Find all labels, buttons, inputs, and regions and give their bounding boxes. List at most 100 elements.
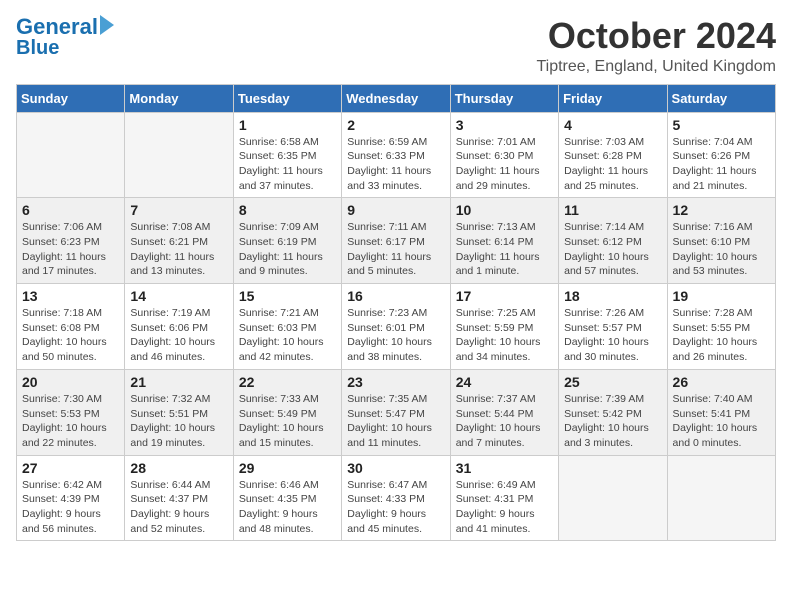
calendar-cell — [559, 455, 667, 541]
calendar-week-row: 20 Sunrise: 7:30 AMSunset: 5:53 PMDayligh… — [17, 369, 776, 455]
day-number: 25 — [564, 374, 661, 390]
calendar-week-row: 13 Sunrise: 7:18 AMSunset: 6:08 PMDayligh… — [17, 284, 776, 370]
location-title: Tiptree, England, United Kingdom — [536, 58, 776, 76]
logo: General Blue — [16, 16, 114, 58]
day-number: 8 — [239, 202, 336, 218]
day-info: Sunrise: 7:23 AMSunset: 6:01 PMDaylight:… — [347, 306, 444, 365]
day-number: 17 — [456, 288, 553, 304]
calendar-week-row: 27 Sunrise: 6:42 AMSunset: 4:39 PMDayligh… — [17, 455, 776, 541]
day-number: 1 — [239, 117, 336, 133]
calendar-cell: 24 Sunrise: 7:37 AMSunset: 5:44 PMDayligh… — [450, 369, 558, 455]
calendar-cell: 23Sunrise: 7:35 AMSunset: 5:47 PMDayligh… — [342, 369, 450, 455]
calendar-cell: 16 Sunrise: 7:23 AMSunset: 6:01 PMDayligh… — [342, 284, 450, 370]
calendar-cell: 21 Sunrise: 7:32 AMSunset: 5:51 PMDayligh… — [125, 369, 233, 455]
day-number: 22 — [239, 374, 336, 390]
month-title: October 2024 — [536, 16, 776, 56]
calendar-cell: 6 Sunrise: 7:06 AMSunset: 6:23 PMDaylight… — [17, 198, 125, 284]
calendar-cell — [667, 455, 775, 541]
day-info: Sunrise: 7:26 AMSunset: 5:57 PMDaylight:… — [564, 306, 661, 365]
day-number: 24 — [456, 374, 553, 390]
calendar-cell: 12Sunrise: 7:16 AMSunset: 6:10 PMDayligh… — [667, 198, 775, 284]
day-info: Sunrise: 7:11 AMSunset: 6:17 PMDaylight:… — [347, 220, 444, 279]
day-number: 20 — [22, 374, 119, 390]
day-info: Sunrise: 7:14 AMSunset: 6:12 PMDaylight:… — [564, 220, 661, 279]
day-info: Sunrise: 7:06 AMSunset: 6:23 PMDaylight:… — [22, 220, 119, 279]
day-info: Sunrise: 6:46 AMSunset: 4:35 PMDaylight:… — [239, 478, 336, 537]
calendar-cell: 13 Sunrise: 7:18 AMSunset: 6:08 PMDayligh… — [17, 284, 125, 370]
weekday-header-tuesday: Tuesday — [233, 84, 341, 112]
day-number: 18 — [564, 288, 661, 304]
day-number: 16 — [347, 288, 444, 304]
day-number: 12 — [673, 202, 770, 218]
day-info: Sunrise: 6:49 AMSunset: 4:31 PMDaylight:… — [456, 478, 553, 537]
calendar-cell: 20 Sunrise: 7:30 AMSunset: 5:53 PMDayligh… — [17, 369, 125, 455]
day-number: 26 — [673, 374, 770, 390]
day-number: 14 — [130, 288, 227, 304]
day-info: Sunrise: 7:33 AMSunset: 5:49 PMDaylight:… — [239, 392, 336, 451]
day-number: 30 — [347, 460, 444, 476]
calendar-cell: 5 Sunrise: 7:04 AMSunset: 6:26 PMDaylight… — [667, 112, 775, 198]
calendar-cell: 2 Sunrise: 6:59 AMSunset: 6:33 PMDaylight… — [342, 112, 450, 198]
calendar-cell: 1Sunrise: 6:58 AMSunset: 6:35 PMDaylight… — [233, 112, 341, 198]
day-number: 2 — [347, 117, 444, 133]
day-info: Sunrise: 6:42 AMSunset: 4:39 PMDaylight:… — [22, 478, 119, 537]
calendar-cell: 28 Sunrise: 6:44 AMSunset: 4:37 PMDayligh… — [125, 455, 233, 541]
calendar-cell: 4Sunrise: 7:03 AMSunset: 6:28 PMDaylight… — [559, 112, 667, 198]
day-info: Sunrise: 7:09 AMSunset: 6:19 PMDaylight:… — [239, 220, 336, 279]
calendar-cell: 26Sunrise: 7:40 AMSunset: 5:41 PMDayligh… — [667, 369, 775, 455]
day-info: Sunrise: 7:37 AMSunset: 5:44 PMDaylight:… — [456, 392, 553, 451]
calendar-cell: 11 Sunrise: 7:14 AMSunset: 6:12 PMDayligh… — [559, 198, 667, 284]
day-info: Sunrise: 7:13 AMSunset: 6:14 PMDaylight:… — [456, 220, 553, 279]
calendar-cell — [125, 112, 233, 198]
calendar-cell: 3 Sunrise: 7:01 AMSunset: 6:30 PMDaylight… — [450, 112, 558, 198]
calendar-header-row: SundayMondayTuesdayWednesdayThursdayFrid… — [17, 84, 776, 112]
day-number: 6 — [22, 202, 119, 218]
calendar-week-row: 1Sunrise: 6:58 AMSunset: 6:35 PMDaylight… — [17, 112, 776, 198]
logo-text: General — [16, 16, 98, 38]
day-number: 15 — [239, 288, 336, 304]
day-info: Sunrise: 7:32 AMSunset: 5:51 PMDaylight:… — [130, 392, 227, 451]
day-info: Sunrise: 7:01 AMSunset: 6:30 PMDaylight:… — [456, 135, 553, 194]
day-number: 11 — [564, 202, 661, 218]
calendar-cell: 22 Sunrise: 7:33 AMSunset: 5:49 PMDayligh… — [233, 369, 341, 455]
day-info: Sunrise: 7:04 AMSunset: 6:26 PMDaylight:… — [673, 135, 770, 194]
day-number: 27 — [22, 460, 119, 476]
calendar-cell: 30 Sunrise: 6:47 AMSunset: 4:33 PMDayligh… — [342, 455, 450, 541]
title-block: October 2024 Tiptree, England, United Ki… — [536, 16, 776, 76]
weekday-header-monday: Monday — [125, 84, 233, 112]
logo-blue-text: Blue — [16, 38, 59, 58]
calendar-cell: 10 Sunrise: 7:13 AMSunset: 6:14 PMDayligh… — [450, 198, 558, 284]
calendar-cell: 8 Sunrise: 7:09 AMSunset: 6:19 PMDaylight… — [233, 198, 341, 284]
day-info: Sunrise: 6:47 AMSunset: 4:33 PMDaylight:… — [347, 478, 444, 537]
weekday-header-wednesday: Wednesday — [342, 84, 450, 112]
calendar-cell: 25 Sunrise: 7:39 AMSunset: 5:42 PMDayligh… — [559, 369, 667, 455]
calendar-cell: 14 Sunrise: 7:19 AMSunset: 6:06 PMDayligh… — [125, 284, 233, 370]
day-number: 10 — [456, 202, 553, 218]
calendar-cell: 15Sunrise: 7:21 AMSunset: 6:03 PMDayligh… — [233, 284, 341, 370]
day-info: Sunrise: 7:30 AMSunset: 5:53 PMDaylight:… — [22, 392, 119, 451]
calendar-cell: 7Sunrise: 7:08 AMSunset: 6:21 PMDaylight… — [125, 198, 233, 284]
day-info: Sunrise: 7:19 AMSunset: 6:06 PMDaylight:… — [130, 306, 227, 365]
day-info: Sunrise: 7:18 AMSunset: 6:08 PMDaylight:… — [22, 306, 119, 365]
day-number: 3 — [456, 117, 553, 133]
day-number: 21 — [130, 374, 227, 390]
day-number: 19 — [673, 288, 770, 304]
day-number: 28 — [130, 460, 227, 476]
day-info: Sunrise: 7:39 AMSunset: 5:42 PMDaylight:… — [564, 392, 661, 451]
weekday-header-thursday: Thursday — [450, 84, 558, 112]
calendar-cell: 19Sunrise: 7:28 AMSunset: 5:55 PMDayligh… — [667, 284, 775, 370]
calendar-cell: 31Sunrise: 6:49 AMSunset: 4:31 PMDayligh… — [450, 455, 558, 541]
day-number: 23 — [347, 374, 444, 390]
weekday-header-sunday: Sunday — [17, 84, 125, 112]
day-info: Sunrise: 6:44 AMSunset: 4:37 PMDaylight:… — [130, 478, 227, 537]
calendar-cell: 18 Sunrise: 7:26 AMSunset: 5:57 PMDayligh… — [559, 284, 667, 370]
day-number: 13 — [22, 288, 119, 304]
day-number: 5 — [673, 117, 770, 133]
day-number: 7 — [130, 202, 227, 218]
calendar-cell: 27 Sunrise: 6:42 AMSunset: 4:39 PMDayligh… — [17, 455, 125, 541]
day-info: Sunrise: 6:59 AMSunset: 6:33 PMDaylight:… — [347, 135, 444, 194]
calendar-table: SundayMondayTuesdayWednesdayThursdayFrid… — [16, 84, 776, 542]
day-number: 4 — [564, 117, 661, 133]
day-number: 29 — [239, 460, 336, 476]
logo-arrow-icon — [100, 15, 114, 35]
